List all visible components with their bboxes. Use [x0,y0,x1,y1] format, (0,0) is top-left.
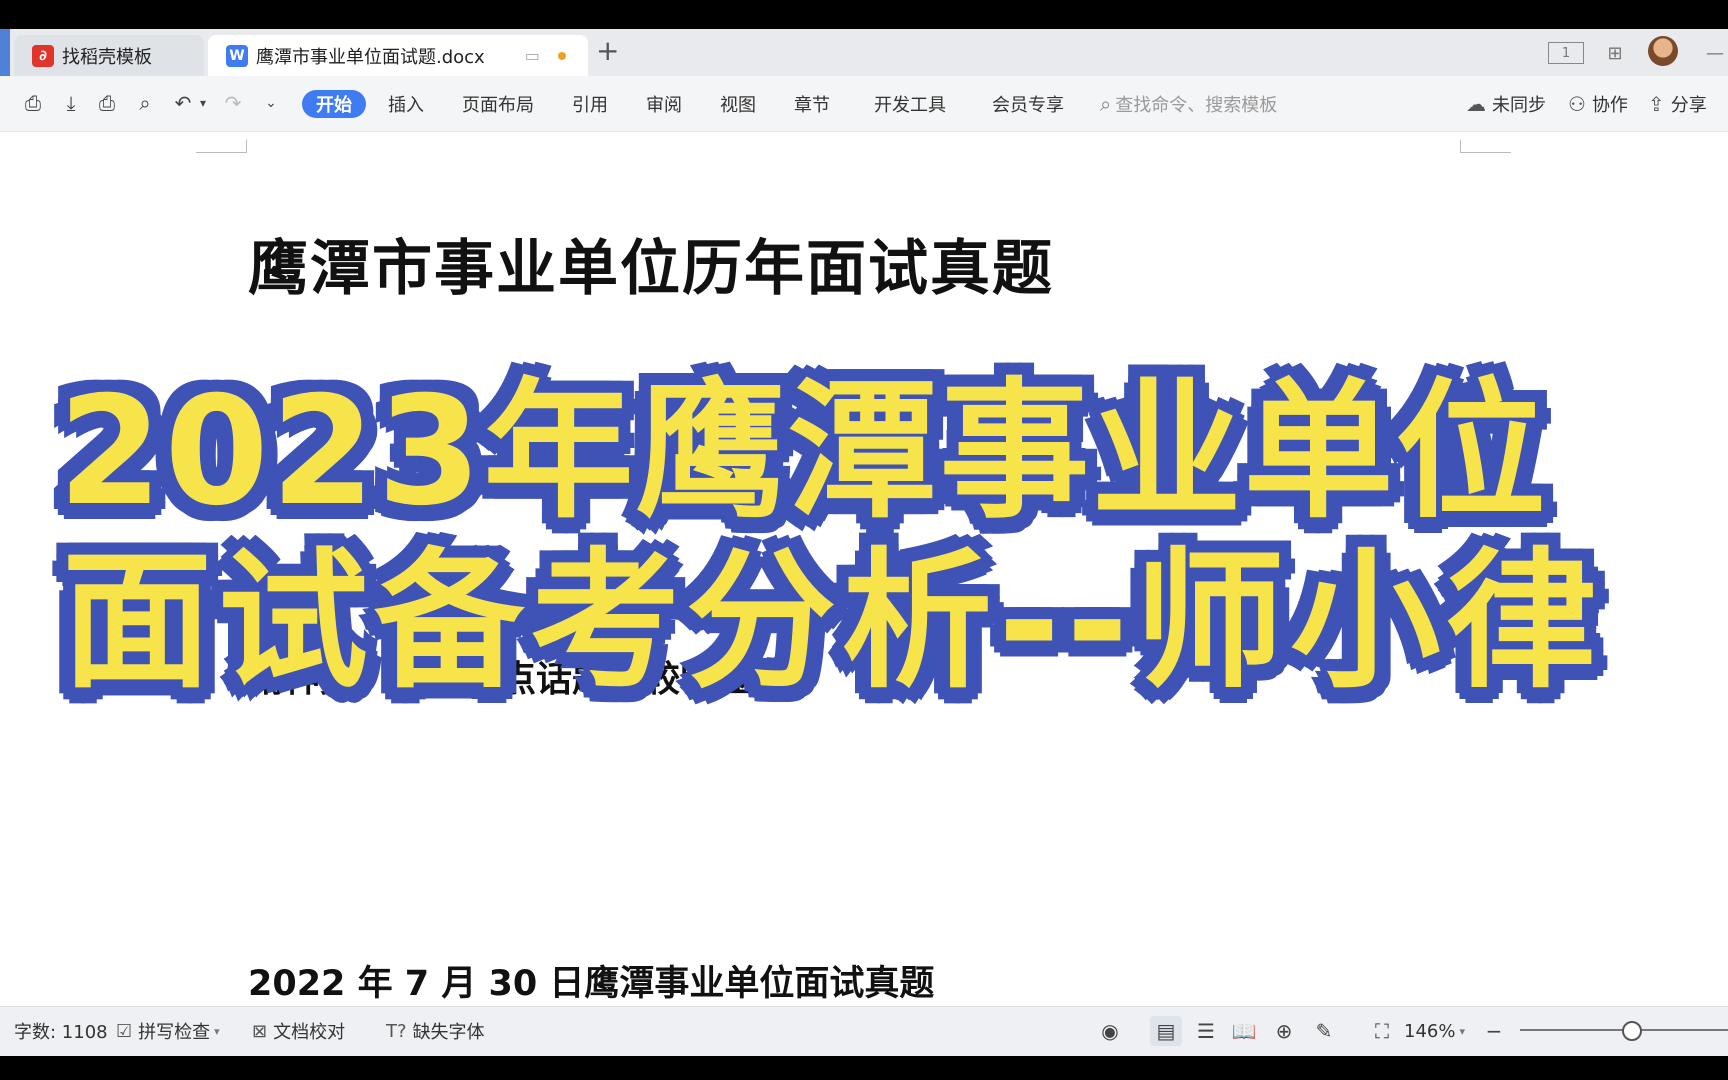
share-button[interactable]: ⇪ 分享 [1648,90,1707,118]
reading-view-icon[interactable]: 📖 [1228,1016,1260,1046]
web-view-icon[interactable]: ⊕ [1268,1016,1300,1046]
collaborate-button[interactable]: ⚇ 协作 [1568,90,1628,118]
margin-corner-mark [1460,140,1511,153]
zoom-out-icon[interactable]: − [1478,1016,1510,1046]
wps-writer-icon: W [226,44,248,67]
document-subheading: 2022 年 7 月 30 日鹰潭事业单位面试真题 [248,964,935,1004]
new-tab-button[interactable]: + [596,36,619,66]
menu-home[interactable]: 开始 [302,90,366,118]
zoom-label: 146% [1404,1020,1456,1042]
chevron-down-icon: ▾ [1459,1024,1465,1038]
menu-references[interactable]: 引用 [572,90,608,118]
docer-logo-icon: ∂ [32,44,54,67]
tab-docer-templates[interactable]: ∂ 找稻壳模板 [14,35,204,76]
menu-section[interactable]: 章节 [794,90,830,118]
save-icon[interactable]: ⎙ [18,88,48,118]
print-icon[interactable]: ⎙ [92,88,122,118]
share-icon: ⇪ [1648,92,1665,116]
proofread-icon: ⊠ [252,1020,268,1042]
tab-document[interactable]: W 鹰潭市事业单位面试题.docx ▭ [208,35,588,76]
more-dropdown-icon[interactable]: ⌄ [256,88,286,118]
pen-icon[interactable]: ✎ [1308,1016,1340,1046]
print-preview-icon[interactable]: ⌕ [130,88,160,118]
share-label: 分享 [1670,95,1707,116]
document-title: 鹰潭市事业单位历年面试真题 [248,234,1054,304]
missing-fonts-button[interactable]: T? 缺失字体 [386,1016,485,1046]
command-search[interactable]: ⌕ 查找命令、搜索模板 [1100,90,1277,118]
outline-view-icon[interactable]: ☰ [1190,1016,1222,1046]
font-missing-icon: T? [386,1020,407,1042]
sync-status-button[interactable]: ☁ 未同步 [1466,90,1546,118]
menu-insert[interactable]: 插入 [388,90,424,118]
missing-fonts-label: 缺失字体 [412,1022,485,1043]
menu-view[interactable]: 视图 [720,90,756,118]
chevron-down-icon: ▾ [214,1024,220,1038]
unsaved-dot-icon [557,51,566,60]
menu-developer[interactable]: 开发工具 [874,90,946,118]
undo-dropdown-icon[interactable]: ▾ [196,88,210,118]
spellcheck-button[interactable]: ☑ 拼写检查 ▾ [116,1016,220,1046]
bottom-black-bar [0,1056,1728,1080]
search-placeholder: 查找命令、搜索模板 [1115,95,1278,116]
checkbox-icon: ☑ [116,1020,133,1042]
search-icon: ⌕ [1100,92,1112,116]
redo-icon[interactable]: ↷ [218,88,248,118]
collab-label: 协作 [1591,95,1628,116]
word-count[interactable]: 字数: 1108 [14,1016,108,1046]
wps-writer-window: ∂ 找稻壳模板 W 鹰潭市事业单位面试题.docx ▭ + 1 ⊞ — ⎙ ⤓ … [0,0,1728,1080]
cloud-icon: ☁ [1466,92,1486,116]
menu-review[interactable]: 审阅 [646,90,682,118]
monitor-icon[interactable]: ▭ [525,46,540,65]
proofread-button[interactable]: ⊠ 文档校对 [252,1016,345,1046]
page-view-icon[interactable]: ▤ [1150,1016,1182,1046]
window-layout-icon[interactable]: 1 [1548,42,1584,64]
menu-page-layout[interactable]: 页面布局 [462,90,534,118]
margin-corner-mark [196,140,247,153]
fit-page-icon[interactable]: ⛶ [1366,1016,1398,1046]
menu-member[interactable]: 会员专享 [992,90,1064,118]
top-black-bar [0,0,1728,29]
add-user-icon: ⚇ [1568,92,1586,116]
tab-label: 找稻壳模板 [62,46,152,68]
spellcheck-label: 拼写检查 [138,1022,211,1043]
grid-apps-icon[interactable]: ⊞ [1600,40,1630,66]
overlay-headline-line2: 面试备考分析--师小律 [62,535,1603,709]
zoom-slider-knob[interactable] [1622,1021,1642,1041]
home-tab-strip[interactable] [0,29,10,76]
undo-icon[interactable]: ↶ [168,88,198,118]
zoom-level[interactable]: 146% ▾ [1404,1016,1465,1046]
eye-protection-icon[interactable]: ◉ [1094,1016,1126,1046]
proofread-label: 文档校对 [273,1022,346,1043]
minimize-icon[interactable]: — [1700,40,1728,66]
tab-label: 鹰潭市事业单位面试题.docx [256,46,485,68]
avatar[interactable] [1648,36,1678,66]
export-pdf-icon[interactable]: ⤓ [56,88,86,118]
sync-label: 未同步 [1492,95,1546,116]
